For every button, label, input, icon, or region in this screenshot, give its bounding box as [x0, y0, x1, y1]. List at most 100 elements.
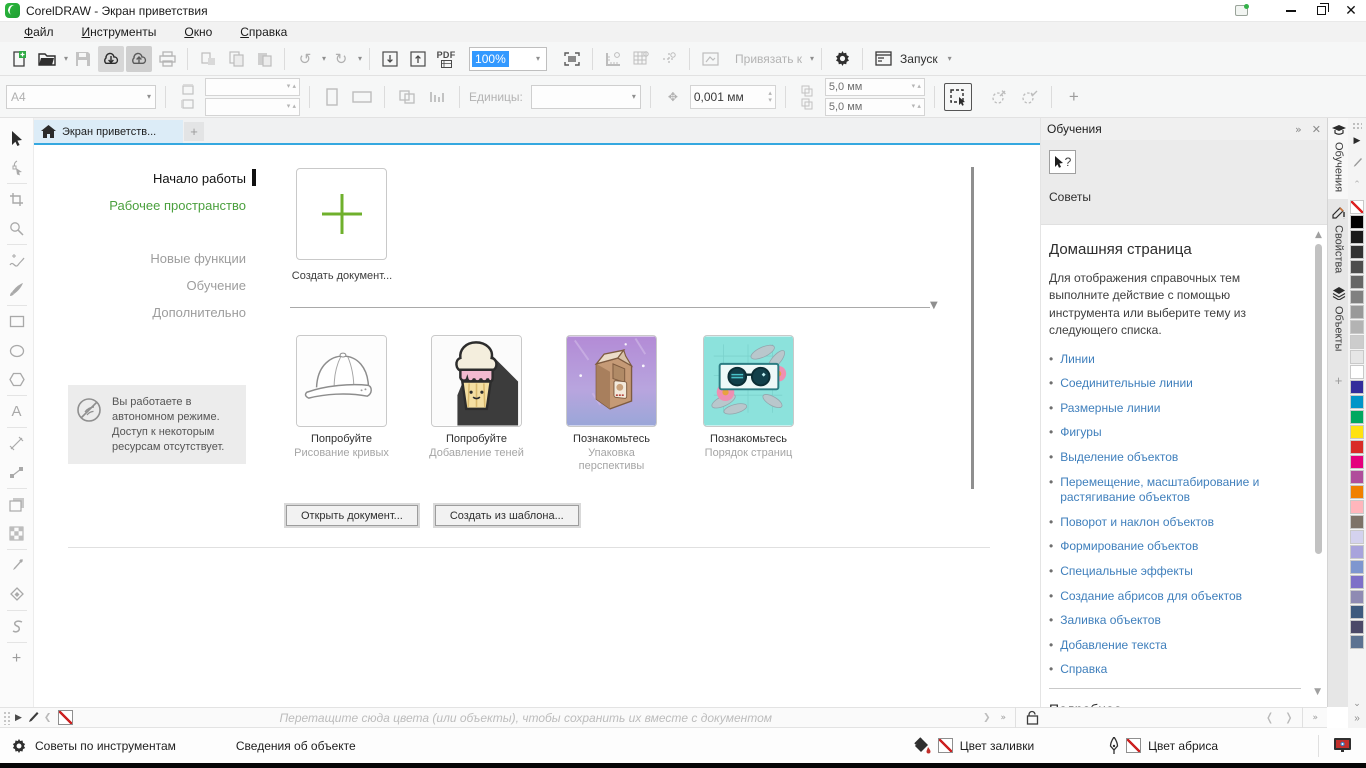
- palette-expand-icon[interactable]: »: [1354, 713, 1360, 724]
- open-dropdown-caret[interactable]: ▾: [64, 54, 68, 63]
- interactive-fill-tool[interactable]: [3, 580, 31, 609]
- undo-button[interactable]: ↺: [292, 46, 318, 72]
- palette-swatch[interactable]: [1350, 500, 1364, 514]
- doc-palette-eyedropper-icon[interactable]: [27, 711, 39, 724]
- undo-dropdown-caret[interactable]: ▾: [322, 54, 326, 63]
- landscape-button[interactable]: [349, 84, 375, 110]
- nav-new-features[interactable]: Новые функции: [64, 245, 246, 272]
- open-document-button[interactable]: [34, 46, 60, 72]
- menu-window[interactable]: Окно: [170, 23, 226, 41]
- palette-swatch[interactable]: [1350, 260, 1364, 274]
- apply-fill-button[interactable]: [1016, 84, 1042, 110]
- redo-dropdown-caret[interactable]: ▾: [358, 54, 362, 63]
- text-tool[interactable]: A: [3, 397, 31, 426]
- minimize-button[interactable]: [1276, 0, 1306, 22]
- tool-hints-toggle[interactable]: Советы по инструментам: [10, 737, 176, 755]
- add-property-button[interactable]: +: [1061, 84, 1087, 110]
- scroll-down-icon[interactable]: ▼: [1314, 687, 1321, 697]
- show-guidelines-button[interactable]: [656, 46, 682, 72]
- palette-scroll-up-icon[interactable]: ⌃: [1353, 174, 1361, 196]
- palette-swatch[interactable]: [1350, 575, 1364, 589]
- docker-close-icon[interactable]: ✕: [1312, 123, 1321, 136]
- palette-swatch[interactable]: [1350, 620, 1364, 634]
- palette-swatch[interactable]: [1350, 440, 1364, 454]
- polygon-tool[interactable]: [3, 365, 31, 394]
- palette-swatch[interactable]: [1350, 275, 1364, 289]
- pick-tool[interactable]: [3, 124, 31, 153]
- docker-collapse-icon[interactable]: »: [1295, 123, 1302, 136]
- smart-drawing-tool[interactable]: [3, 612, 31, 641]
- help-topic-link[interactable]: Фигуры: [1060, 425, 1101, 441]
- outline-color-indicator[interactable]: Цвет абриса: [1109, 737, 1218, 755]
- nav-learning[interactable]: Обучение: [64, 272, 246, 299]
- units-combo[interactable]: ▾: [531, 85, 641, 109]
- duplicate-y-spinner[interactable]: 5,0 мм▾ ▴: [825, 98, 925, 116]
- save-button[interactable]: [70, 46, 96, 72]
- palette-flyout-icon[interactable]: ▶: [1354, 130, 1361, 152]
- palette-swatch[interactable]: [1350, 455, 1364, 469]
- palette-drag-handle[interactable]: [1352, 122, 1362, 130]
- palette-scroll-down-icon[interactable]: ⌄: [1353, 699, 1361, 709]
- scroll-up-icon[interactable]: ▲: [1314, 230, 1323, 240]
- preview-mode-button[interactable]: [697, 46, 723, 72]
- redo-button[interactable]: ↻: [328, 46, 354, 72]
- new-document-button[interactable]: [6, 46, 32, 72]
- page-size-combo[interactable]: A4 ▾: [6, 85, 156, 109]
- palette-swatch[interactable]: [1350, 320, 1364, 334]
- palette-swatch[interactable]: [1350, 530, 1364, 544]
- section-collapse-caret[interactable]: ▼: [930, 300, 938, 311]
- object-info-label[interactable]: Сведения об объекте: [236, 739, 356, 753]
- menu-help[interactable]: Справка: [226, 23, 301, 41]
- help-topic-link[interactable]: Поворот и наклон объектов: [1060, 515, 1214, 531]
- cloud-download-button[interactable]: [98, 46, 124, 72]
- launch-label[interactable]: Запуск: [900, 52, 938, 66]
- launch-caret[interactable]: ▾: [948, 54, 952, 63]
- options-gear-button[interactable]: [829, 46, 855, 72]
- palette-swatch[interactable]: [1350, 635, 1364, 649]
- palette-swatch[interactable]: [1350, 215, 1364, 229]
- shape-tool[interactable]: [3, 153, 31, 182]
- palette-swatch[interactable]: [1350, 335, 1364, 349]
- export-button[interactable]: [405, 46, 431, 72]
- welcome-tab[interactable]: Экран приветств...: [33, 120, 183, 143]
- publish-pdf-button[interactable]: PDF: [433, 46, 459, 72]
- scrollbar-thumb[interactable]: [1315, 244, 1322, 554]
- snap-to-label[interactable]: Привязать к: [735, 52, 802, 66]
- help-topic-link[interactable]: Размерные линии: [1060, 401, 1160, 417]
- nav-workspace[interactable]: Рабочее пространство: [64, 192, 246, 219]
- help-topic-link[interactable]: Создание абрисов для объектов: [1060, 589, 1242, 605]
- sample-card-curves[interactable]: [296, 335, 387, 427]
- help-topic-link[interactable]: Линии: [1060, 352, 1095, 368]
- eyedropper-tool[interactable]: [3, 551, 31, 580]
- show-rulers-button[interactable]: [600, 46, 626, 72]
- palette-swatch[interactable]: [1350, 245, 1364, 259]
- snap-to-caret[interactable]: ▾: [810, 54, 814, 63]
- crop-tool[interactable]: [3, 185, 31, 214]
- shadow-tool[interactable]: [3, 490, 31, 519]
- doc-palette-more-icon[interactable]: »: [1307, 713, 1323, 723]
- print-button[interactable]: [154, 46, 180, 72]
- palette-swatch[interactable]: [1350, 590, 1364, 604]
- page-height-spinner[interactable]: ▾ ▴: [205, 98, 300, 116]
- tab-properties[interactable]: Свойства: [1328, 199, 1349, 280]
- help-topic-link[interactable]: Выделение объектов: [1060, 450, 1178, 466]
- palette-swatch[interactable]: [1350, 605, 1364, 619]
- help-topic-link[interactable]: Добавление текста: [1060, 638, 1167, 654]
- duplicate-x-spinner[interactable]: 5,0 мм▾ ▴: [825, 78, 925, 96]
- copy-button[interactable]: [223, 46, 249, 72]
- doc-palette-drag-handle[interactable]: [3, 711, 10, 725]
- tab-objects[interactable]: Объекты: [1328, 280, 1349, 358]
- context-help-button[interactable]: ?: [1049, 150, 1076, 174]
- portrait-button[interactable]: [319, 84, 345, 110]
- connector-tool[interactable]: [3, 458, 31, 487]
- nudge-spinner[interactable]: 0,001 мм ▴▾: [690, 85, 776, 109]
- palette-swatch[interactable]: [1350, 200, 1364, 214]
- palette-swatch[interactable]: [1350, 305, 1364, 319]
- doc-palette-back-icon[interactable]: ❬: [1260, 711, 1279, 724]
- new-from-template-button[interactable]: Создать из шаблона...: [435, 505, 579, 526]
- zoom-combo-caret[interactable]: ▾: [530, 54, 546, 63]
- menu-file[interactable]: Файл: [10, 23, 68, 41]
- doc-palette-expand-icon[interactable]: »: [996, 713, 1012, 723]
- menu-tools[interactable]: Инструменты: [68, 23, 171, 41]
- import-button[interactable]: [377, 46, 403, 72]
